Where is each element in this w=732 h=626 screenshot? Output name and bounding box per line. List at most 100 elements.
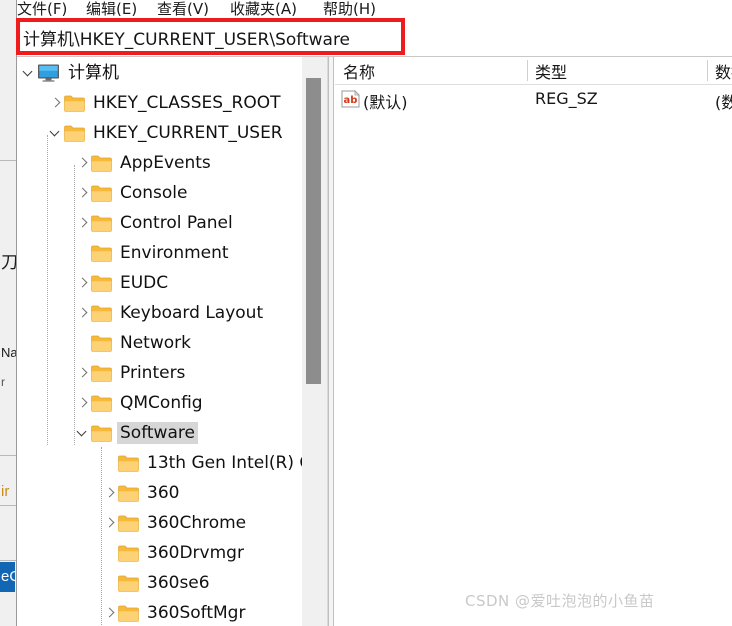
- tree-item-qmconfig[interactable]: QMConfig: [17, 388, 317, 418]
- folder-icon: [91, 185, 112, 202]
- tree-item-hkey-current-user[interactable]: HKEY_CURRENT_USER: [17, 118, 317, 148]
- tree-item-control-panel[interactable]: Control Panel: [17, 208, 317, 238]
- tree-item-label: HKEY_CLASSES_ROOT: [93, 93, 281, 113]
- tree-item-software[interactable]: Software: [17, 418, 317, 448]
- tree-item-label: 计算机: [68, 63, 119, 83]
- tree-item-label: EUDC: [120, 273, 169, 293]
- column-header-type[interactable]: 类型: [535, 59, 567, 83]
- tree-item-label: Software: [117, 422, 198, 444]
- svg-text:ab: ab: [344, 95, 358, 106]
- tree-item-hkey-classes-root[interactable]: HKEY_CLASSES_ROOT: [17, 88, 317, 118]
- values-column-header: 名称 类型 数据: [335, 57, 732, 85]
- address-path-text[interactable]: 计算机\HKEY_CURRENT_USER\Software: [23, 25, 350, 50]
- menu-favorites[interactable]: 收藏夹(A): [230, 0, 297, 18]
- tree-item-label: AppEvents: [120, 153, 211, 173]
- chevron-right-icon[interactable]: [74, 148, 91, 178]
- tree-item-360chrome[interactable]: 360Chrome: [17, 508, 317, 538]
- chevron-right-icon[interactable]: [74, 268, 91, 298]
- folder-icon: [91, 395, 112, 412]
- registry-editor-screenshot: 刀 Na r ir eQ 文件(F) 编辑(E) 查看(V) 收藏夹(A) 帮助…: [0, 0, 732, 626]
- folder-icon: [118, 455, 139, 472]
- chevron-right-icon[interactable]: [101, 478, 118, 508]
- menu-view[interactable]: 查看(V): [157, 0, 209, 18]
- chevron-right-icon[interactable]: [74, 298, 91, 328]
- folder-icon: [91, 275, 112, 292]
- value-data: (数: [715, 93, 732, 112]
- chevron-down-icon[interactable]: [74, 418, 91, 448]
- menu-file[interactable]: 文件(F): [17, 0, 67, 18]
- tree-item-360drvmgr[interactable]: 360Drvmgr: [17, 538, 317, 568]
- folder-icon: [118, 575, 139, 592]
- tree-item-label: 360Drvmgr: [147, 543, 244, 563]
- tree-item-360softmgr[interactable]: 360SoftMgr: [17, 598, 317, 626]
- background-window-strip: 刀 Na r ir eQ: [0, 0, 17, 626]
- chevron-down-icon[interactable]: [20, 58, 37, 88]
- bg-fragment-1: Na: [1, 345, 17, 360]
- folder-icon: [64, 125, 85, 142]
- value-type: REG_SZ: [535, 89, 598, 108]
- address-bar[interactable]: 计算机\HKEY_CURRENT_USER\Software: [17, 18, 732, 57]
- tree-item-label: 360Chrome: [147, 513, 247, 533]
- column-header-data[interactable]: 数据: [715, 59, 732, 83]
- pane-splitter[interactable]: [328, 57, 334, 626]
- folder-icon: [91, 245, 112, 262]
- tree-item-label: 360se6: [147, 573, 210, 593]
- tree-item-network[interactable]: Network: [17, 328, 317, 358]
- tree-item-printers[interactable]: Printers: [17, 358, 317, 388]
- csdn-watermark: CSDN @爱吐泡泡的小鱼苗: [465, 592, 655, 610]
- bg-fragment-2: r: [1, 375, 5, 389]
- column-header-name[interactable]: 名称: [343, 59, 375, 83]
- folder-icon: [91, 425, 112, 442]
- tree-item-label: Printers: [120, 363, 186, 383]
- tree-item-label: HKEY_CURRENT_USER: [93, 123, 283, 143]
- tree-scrollbar[interactable]: [302, 57, 327, 626]
- folder-icon: [91, 365, 112, 382]
- values-row-default[interactable]: ab (默认) REG_SZ (数: [335, 86, 732, 114]
- tree-item-label: Keyboard Layout: [120, 303, 264, 323]
- folder-icon: [91, 215, 112, 232]
- chevron-right-icon[interactable]: [74, 388, 91, 418]
- chevron-right-icon[interactable]: [101, 508, 118, 538]
- chevron-right-icon[interactable]: [74, 358, 91, 388]
- tree-item-label: Control Panel: [120, 213, 233, 233]
- computer-monitor-icon: [37, 64, 60, 82]
- tree-item-console[interactable]: Console: [17, 178, 317, 208]
- ab-string-icon: ab: [341, 90, 360, 108]
- tree-item-360[interactable]: 360: [17, 478, 317, 508]
- tree-item-label: Console: [120, 183, 188, 203]
- tree-item-360se6[interactable]: 360se6: [17, 568, 317, 598]
- chevron-right-icon[interactable]: [74, 208, 91, 238]
- tree-item-environment[interactable]: Environment: [17, 238, 317, 268]
- tree-item-label: Network: [120, 333, 191, 353]
- chevron-right-icon[interactable]: [101, 598, 118, 626]
- folder-icon: [91, 335, 112, 352]
- tree-item-eudc[interactable]: EUDC: [17, 268, 317, 298]
- bg-selected-item: eQ: [0, 562, 15, 592]
- tree-scrollbar-thumb[interactable]: [306, 78, 321, 384]
- tree-item-label: QMConfig: [120, 393, 203, 413]
- tree-item-label: 13th Gen Intel(R) C: [147, 453, 312, 473]
- tree-item-label: 360SoftMgr: [147, 603, 246, 623]
- tree-item-keyboard-layout[interactable]: Keyboard Layout: [17, 298, 317, 328]
- tree-item-appevents[interactable]: AppEvents: [17, 148, 317, 178]
- tree-item-13th-gen-intel-r-c[interactable]: 13th Gen Intel(R) C: [17, 448, 317, 478]
- folder-icon: [64, 95, 85, 112]
- tree-item-label: 360: [147, 483, 180, 503]
- menu-bar: 文件(F) 编辑(E) 查看(V) 收藏夹(A) 帮助(H): [17, 0, 732, 18]
- menu-edit[interactable]: 编辑(E): [86, 0, 137, 18]
- bg-fragment-0: 刀: [1, 253, 17, 272]
- folder-icon: [118, 515, 139, 532]
- tree-item-[interactable]: 计算机: [17, 58, 317, 88]
- chevron-right-icon[interactable]: [74, 178, 91, 208]
- chevron-right-icon[interactable]: [47, 88, 64, 118]
- folder-icon: [118, 545, 139, 562]
- value-name[interactable]: (默认): [363, 89, 408, 113]
- registry-tree-pane[interactable]: 计算机 HKEY_CLASSES_ROOT HKEY_CURRENT_USER App…: [17, 57, 328, 626]
- registry-values-pane[interactable]: 名称 类型 数据 ab (默认) REG_SZ (数: [335, 57, 732, 626]
- chevron-down-icon[interactable]: [47, 118, 64, 148]
- menu-help[interactable]: 帮助(H): [323, 0, 376, 18]
